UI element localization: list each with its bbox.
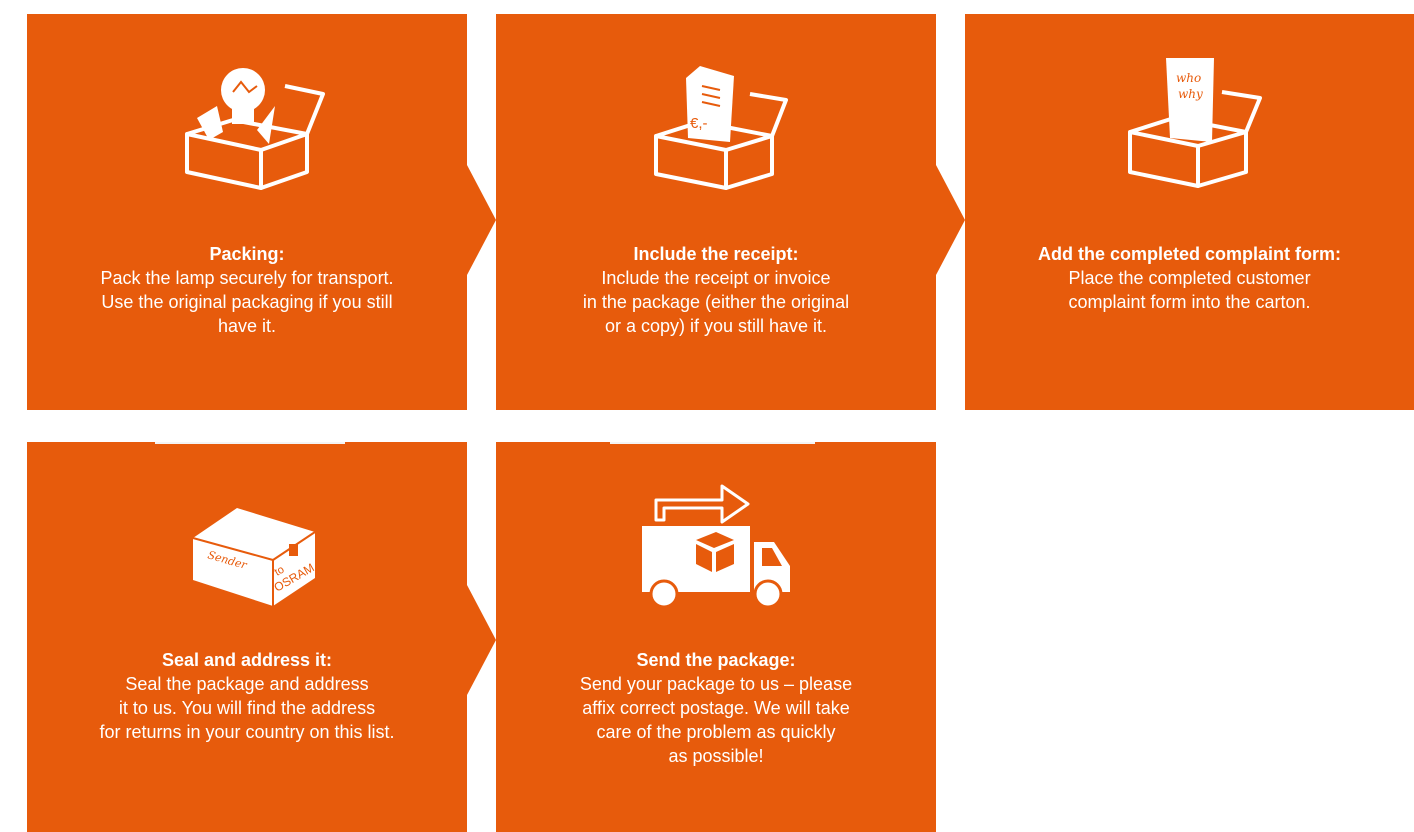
chevron-right-icon — [467, 585, 496, 695]
delivery-truck-icon — [642, 484, 790, 609]
step-title: Include the receipt: — [633, 244, 799, 264]
chevron-right-icon — [936, 165, 965, 275]
receipt-amount-text: €,- — [690, 115, 708, 132]
step-title: Packing: — [209, 244, 285, 264]
step-description: Include the receipt or invoice in the pa… — [582, 268, 850, 336]
step-description: Send your package to us – please affix c… — [579, 674, 853, 766]
step-title: Add the completed complaint form: — [1037, 244, 1341, 264]
step-description: Pack the lamp securely for transport. Us… — [100, 268, 394, 336]
divider — [155, 442, 345, 444]
form-text-who: who — [1176, 71, 1201, 85]
chevron-right-icon — [467, 165, 496, 275]
step-card-complaint-form: who why Add the completed complaint form… — [965, 14, 1414, 410]
form-text-why: why — [1178, 87, 1203, 101]
step-description: Seal the package and address it to us. Y… — [99, 674, 395, 742]
box-with-form-icon: who why — [1127, 58, 1262, 188]
step-card-include-receipt: €,- Include the receipt: Include the rec… — [496, 14, 936, 410]
step-title: Seal and address it: — [161, 650, 333, 670]
sealed-box-icon: Sender to OSRAM — [192, 508, 317, 606]
box-with-receipt-icon: €,- — [654, 66, 788, 190]
step-card-send-package: Send the package: Send your package to u… — [496, 442, 936, 832]
step-description: Place the completed customer complaint f… — [1068, 268, 1311, 312]
step-title: Send the package: — [636, 650, 796, 670]
step-card-packing: Packing: Pack the lamp securely for tran… — [27, 14, 467, 410]
divider — [610, 442, 815, 444]
step-card-seal-address: Sender to OSRAM Seal and address it: Sea… — [27, 442, 467, 832]
box-with-lamp-icon — [185, 68, 325, 190]
